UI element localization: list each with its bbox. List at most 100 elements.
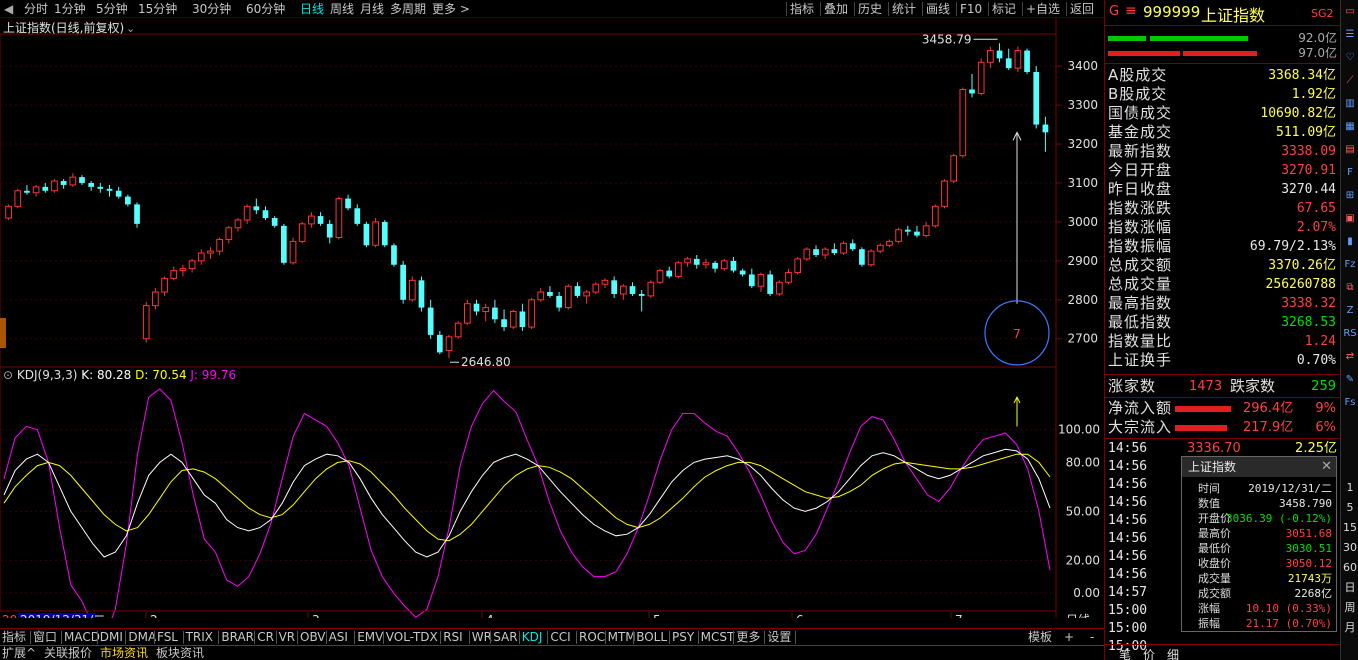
chart-icon[interactable]: ▣ [1342,211,1358,227]
tick-time: 14:56 [1108,531,1148,546]
pencil-icon[interactable]: ✎ [1342,372,1358,388]
indicator-8[interactable]: CR [257,630,274,645]
indicator-3[interactable]: DMI [100,630,123,645]
period-3[interactable]: 15分钟 [138,1,177,17]
period-shortcut-6[interactable]: 周 [1342,600,1358,616]
bars-icon[interactable]: ▮ [1342,234,1358,250]
period-4[interactable]: 30分钟 [192,1,231,17]
bottom-tab-2[interactable]: 市场资讯 [100,646,148,660]
period-8[interactable]: 月线 [360,1,384,17]
period-10[interactable]: 更多 > [432,1,470,17]
indicator-23[interactable]: MCST [701,630,735,645]
period-7[interactable]: 周线 [330,1,354,17]
period-shortcut-2[interactable]: 15 [1342,520,1358,536]
grid-icon[interactable]: ▤ [1342,142,1358,158]
period-shortcut-5[interactable]: 日 [1342,580,1358,596]
indicator-25[interactable]: 设置 [767,630,791,645]
period-shortcut-0[interactable]: 1 [1342,480,1358,496]
indicator-11[interactable]: ASI [329,630,348,645]
bar-chart-icon[interactable]: ▥ [1342,96,1358,112]
kline-chart[interactable]: 3400 3300 3200 3100 3000 2900 2800 2700 上证指数(日线,… [0,18,1104,618]
panel-tab-2[interactable]: 细 [1167,646,1179,660]
chart-title-dropdown-icon[interactable]: ⌄ [126,22,135,35]
indicator-18[interactable]: CCI [550,630,570,645]
heart-icon[interactable]: ♡ [1342,50,1358,66]
tool-4[interactable]: 画线 [926,1,950,17]
collapse-icon[interactable]: ◀ [4,1,13,17]
chart-area[interactable]: 3400 3300 3200 3100 3000 2900 2800 2700 上证指数(日线,… [0,18,1104,618]
period-6[interactable]: 日线 [300,1,324,17]
period-shortcut-1[interactable]: 5 [1342,500,1358,516]
g-badge[interactable]: G [1109,4,1119,19]
tool-8[interactable]: 返回 [1070,1,1094,17]
indicator-13[interactable]: VOL-TDX [386,630,438,645]
chart-square-icon[interactable]: ⧉ [1342,280,1358,296]
period-9[interactable]: 多周期 [390,1,426,17]
period-shortcut-3[interactable]: 30 [1342,540,1358,556]
candle [1033,66,1040,129]
period-2[interactable]: 5分钟 [96,1,128,17]
indicator-7[interactable]: BRAR [221,630,254,645]
candle [418,276,425,312]
indicator-5[interactable]: FSL [157,630,178,645]
candle [592,282,600,294]
doc-icon[interactable]: F [1342,165,1358,181]
indicator-1[interactable]: 窗口 [33,630,57,645]
indicator-6[interactable]: TRIX [186,630,213,645]
indicator-15[interactable]: WR [472,630,492,645]
indicator-2[interactable]: MACD [64,630,100,645]
indicator-9[interactable]: VR [279,630,296,645]
sg-badge[interactable]: SG2 [1311,7,1334,20]
indicator-17[interactable]: KDJ [522,630,543,645]
indicator-22[interactable]: PSY [672,630,694,645]
period-1[interactable]: 1分钟 [54,1,86,17]
kdj-axis-label: 20.00 [1066,553,1100,567]
menu-icon[interactable]: ≡ [1125,3,1137,19]
candle [363,221,370,248]
tool-1[interactable]: 叠加 [824,1,848,17]
indicator-right-1[interactable]: + [1064,630,1074,645]
period-shortcut-4[interactable]: 60 [1342,560,1358,576]
indicator-0[interactable]: 指标 [2,630,26,645]
close-icon[interactable]: ✕ [1321,457,1332,477]
period-5[interactable]: 60分钟 [246,1,285,17]
bottom-tab-3[interactable]: 板块资讯 [156,646,204,660]
period-shortcut-7[interactable]: 月 [1342,620,1358,636]
indicator-right-2[interactable]: - [1090,630,1094,645]
indicator-14[interactable]: RSI [443,630,463,645]
indicator-12[interactable]: EMV [357,630,383,645]
indicator-right-0[interactable]: 模板 [1028,630,1052,645]
indicator-24[interactable]: 更多 [736,630,760,645]
popup-label: 最低价 [1198,542,1231,555]
fs-icon[interactable]: Fs [1342,395,1358,411]
candle [794,256,802,275]
list-icon[interactable]: ☰ [1342,27,1358,43]
indicator-20[interactable]: MTM [608,630,636,645]
indicator-10[interactable]: OBV [300,630,326,645]
fz-icon[interactable]: Fz [1342,257,1358,273]
panel-tab-0[interactable]: 笔 [1119,646,1131,660]
tool-6[interactable]: 标记 [992,1,1016,17]
line-chart-icon[interactable]: ⟋ [1342,73,1358,89]
compare-icon[interactable]: ⊞ [1342,188,1358,204]
calendar-icon[interactable]: ▦ [1342,119,1358,135]
candle [354,204,361,226]
bottom-tab-1[interactable]: 关联报价 [44,646,92,660]
indicator-4[interactable]: DMA [128,630,156,645]
panel-tab-1[interactable]: 价 [1143,646,1155,660]
arrow-icon[interactable]: ⇄ [1342,349,1358,365]
left-scroll-handle[interactable] [0,318,6,348]
indicator-16[interactable]: SAR [493,630,517,645]
zoom-icon[interactable]: Z [1342,303,1358,319]
tool-2[interactable]: 历史 [858,1,882,17]
indicator-19[interactable]: ROC [579,630,605,645]
tool-5[interactable]: F10 [960,1,982,17]
tool-7[interactable]: +自选 [1026,1,1060,17]
period-0[interactable]: 分时 [24,1,48,17]
minimize-icon[interactable]: ▭ [1342,4,1358,20]
bottom-tab-0[interactable]: 扩展^ [2,646,36,660]
indicator-21[interactable]: BOLL [636,630,667,645]
rs-icon[interactable]: RS [1342,326,1358,342]
tool-3[interactable]: 统计 [892,1,916,17]
tool-0[interactable]: 指标 [790,1,814,17]
